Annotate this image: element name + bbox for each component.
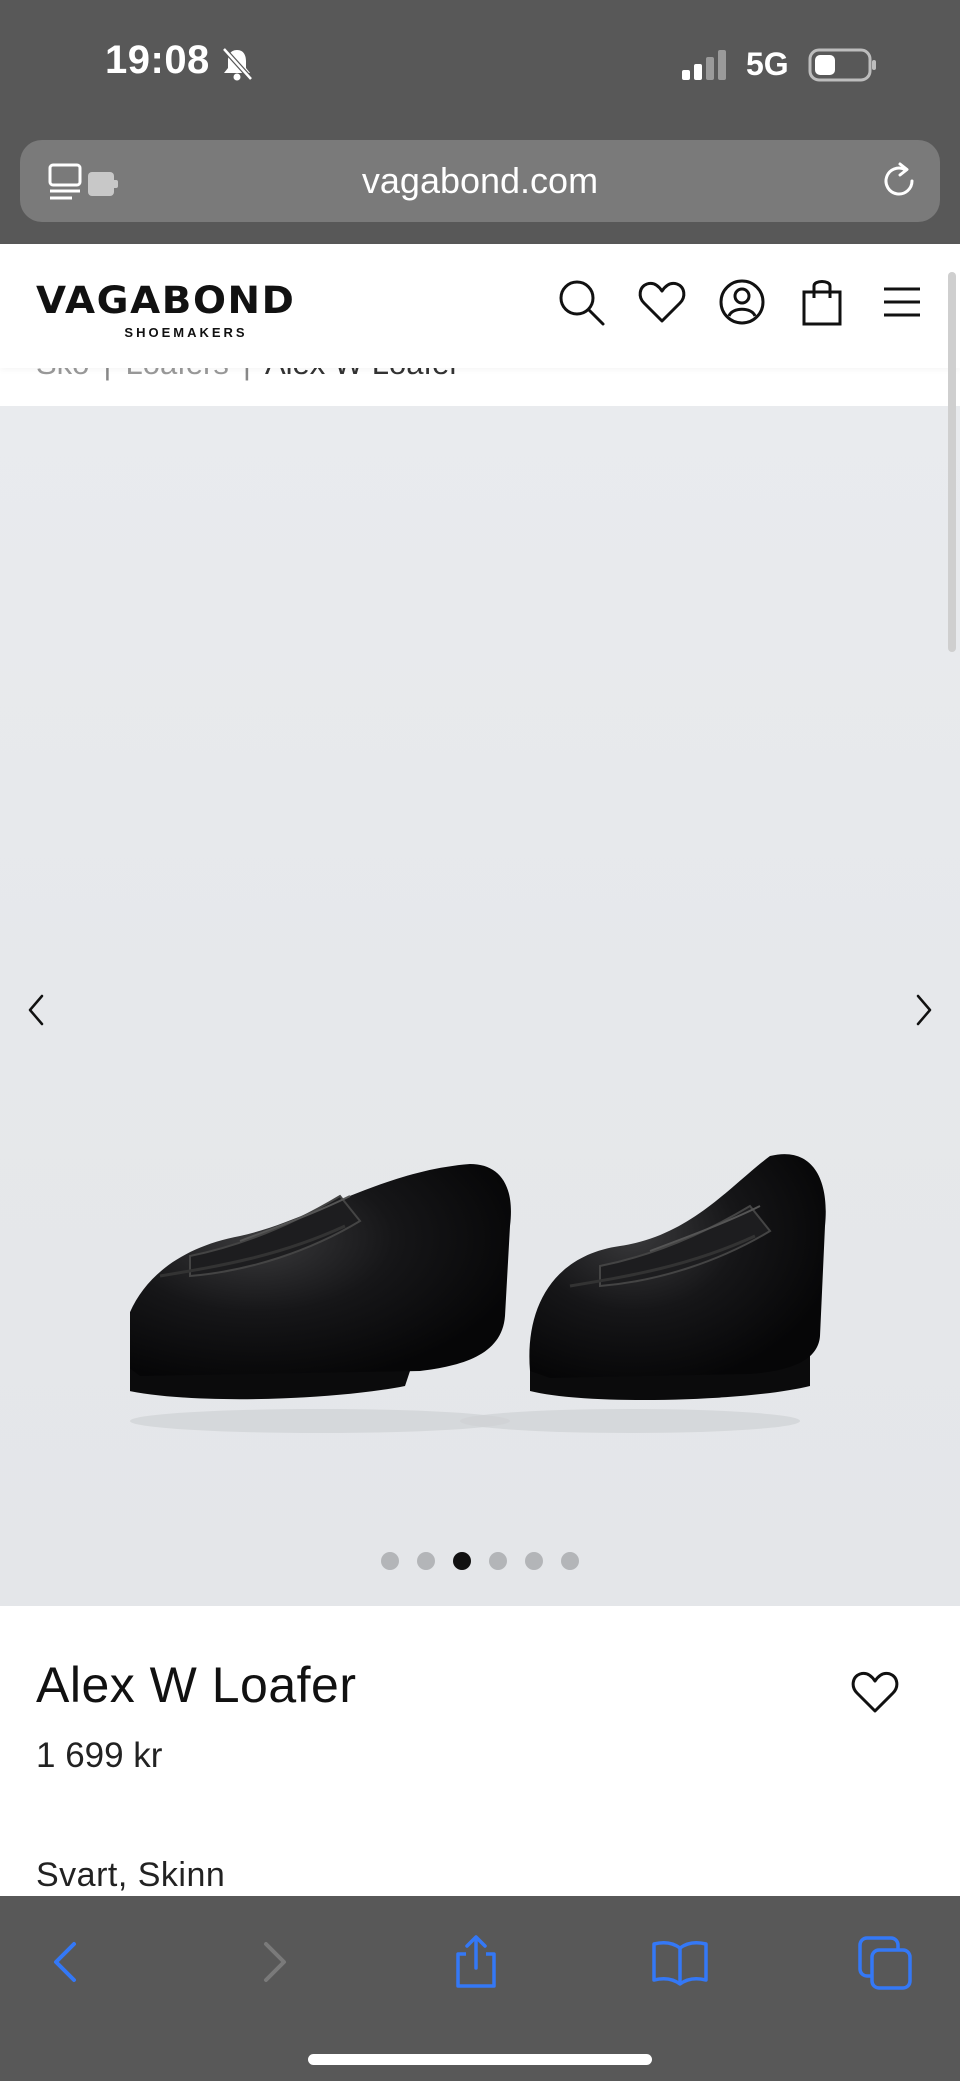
chevron-right-icon[interactable] — [906, 986, 942, 1034]
shopping-bag-icon[interactable] — [796, 276, 848, 328]
tabs-overview-icon[interactable] — [856, 1932, 916, 1992]
product-price: 1 699 kr — [36, 1736, 163, 1775]
back-arrow-icon[interactable] — [36, 1932, 96, 1992]
logo-wordmark: VAGABOND — [36, 279, 296, 322]
forward-arrow-icon[interactable] — [244, 1932, 304, 1992]
logo-tagline: SHOEMAKERS — [124, 325, 248, 340]
battery-icon — [808, 48, 876, 82]
wishlist-heart-icon[interactable] — [636, 276, 688, 328]
vagabond-logo[interactable]: VAGABOND SHOEMAKERS — [36, 282, 336, 340]
home-indicator — [308, 2054, 652, 2065]
status-bar: 19:08 5G vagabond.com — [0, 0, 960, 244]
hamburger-menu-icon[interactable] — [876, 276, 928, 328]
address-bar[interactable]: vagabond.com — [20, 140, 940, 222]
site-header: VAGABOND SHOEMAKERS — [0, 244, 960, 368]
browser-toolbar — [0, 1896, 960, 2081]
gallery-pagination — [0, 1552, 960, 1570]
account-icon[interactable] — [716, 276, 768, 328]
status-time: 19:08 — [105, 38, 210, 82]
url-text[interactable]: vagabond.com — [20, 160, 940, 202]
gallery-dot[interactable] — [489, 1552, 507, 1570]
bookmarks-book-icon[interactable] — [650, 1932, 710, 1992]
gallery-dot[interactable] — [417, 1552, 435, 1570]
gallery-dot[interactable] — [381, 1552, 399, 1570]
chevron-left-icon[interactable] — [18, 986, 54, 1034]
product-title: Alex W Loafer — [36, 1657, 357, 1713]
share-icon[interactable] — [446, 1932, 506, 1992]
bell-slash-icon — [222, 47, 253, 81]
cellular-signal-icon — [682, 50, 726, 80]
product-image-loafers — [130, 1154, 826, 1433]
search-icon[interactable] — [555, 276, 607, 328]
gallery-dot[interactable] — [561, 1552, 579, 1570]
add-to-wishlist-heart-icon[interactable] — [848, 1666, 902, 1716]
page-scrollbar[interactable] — [948, 272, 956, 652]
network-type: 5G — [746, 46, 789, 82]
product-gallery[interactable] — [0, 406, 960, 1606]
gallery-dot[interactable] — [453, 1552, 471, 1570]
reload-icon[interactable] — [878, 160, 920, 202]
product-color-material: Svart, Skinn — [36, 1856, 226, 1894]
gallery-dot[interactable] — [525, 1552, 543, 1570]
